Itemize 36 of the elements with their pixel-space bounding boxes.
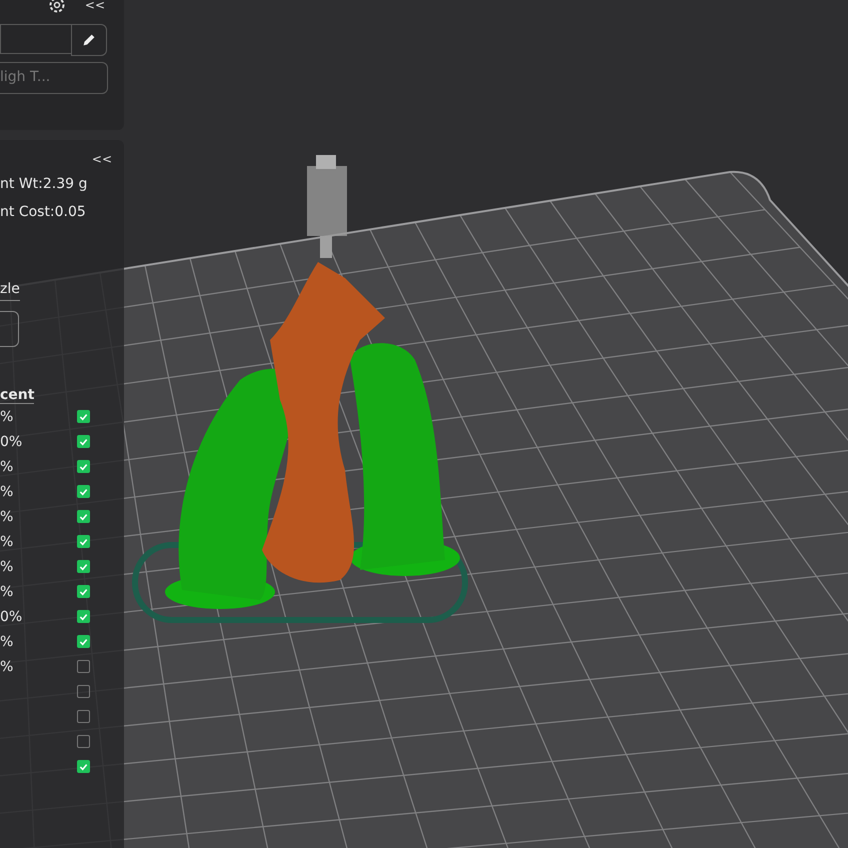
column-header: cent xyxy=(0,387,34,404)
settings-icon[interactable] xyxy=(46,0,67,15)
checkbox[interactable] xyxy=(77,510,90,523)
checkbox[interactable] xyxy=(77,760,90,773)
percent-label: % xyxy=(0,408,14,424)
weight-label: nt Wt:2.39 g xyxy=(0,175,88,194)
checkbox[interactable] xyxy=(77,435,90,448)
checkbox[interactable] xyxy=(77,685,90,698)
checkbox[interactable] xyxy=(77,485,90,498)
percent-label: % xyxy=(0,558,14,574)
checkbox[interactable] xyxy=(77,535,90,548)
checkbox[interactable] xyxy=(77,660,90,673)
percent-label: % xyxy=(0,634,14,650)
percent-label: 0% xyxy=(0,608,22,624)
percent-label: % xyxy=(0,508,14,524)
edit-button[interactable] xyxy=(71,24,107,56)
collapse-button[interactable]: << xyxy=(84,0,105,12)
checkbox[interactable] xyxy=(77,735,90,748)
percent-label: % xyxy=(0,534,14,550)
checkbox[interactable] xyxy=(77,710,90,723)
section-label: zle xyxy=(0,278,20,301)
option-field[interactable] xyxy=(0,311,19,347)
percent-label: % xyxy=(0,584,14,600)
percent-label: % xyxy=(0,458,14,474)
checkbox[interactable] xyxy=(77,610,90,623)
percent-label: % xyxy=(0,484,14,500)
collapse-button[interactable]: << xyxy=(92,148,112,170)
checkbox[interactable] xyxy=(77,460,90,473)
checkbox[interactable] xyxy=(77,635,90,648)
checkbox[interactable] xyxy=(77,585,90,598)
checkbox[interactable] xyxy=(77,410,90,423)
cost-label: nt Cost:0.05 xyxy=(0,203,86,222)
preset-field[interactable] xyxy=(0,24,71,54)
checkbox[interactable] xyxy=(77,560,90,573)
percent-label: 0% xyxy=(0,434,22,450)
percent-label: % xyxy=(0,658,14,674)
